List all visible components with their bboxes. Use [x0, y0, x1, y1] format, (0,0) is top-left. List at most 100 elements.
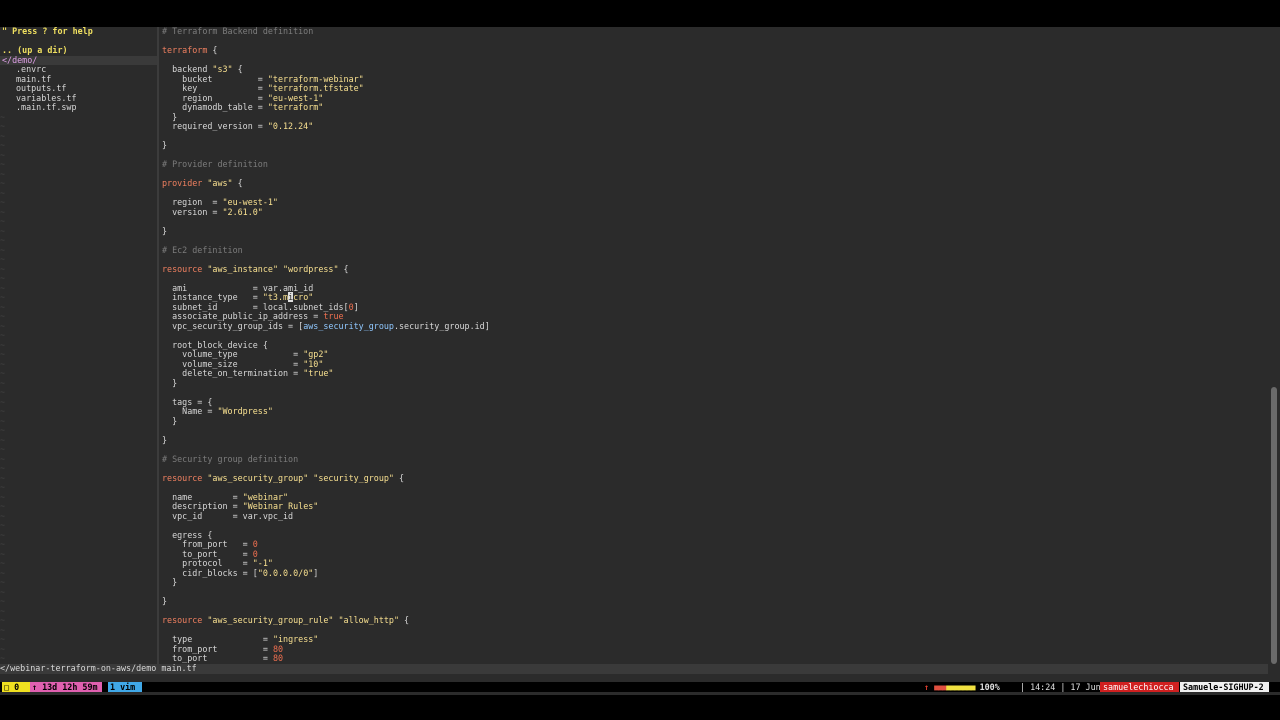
- code-line[interactable]: Name = "Wordpress": [162, 406, 273, 417]
- code-token: aws_security_group: [303, 320, 394, 331]
- vim-status-file: main.tf: [161, 663, 197, 673]
- code-token: {: [338, 263, 349, 274]
- tmux-hostname: Samuele-SIGHUP-2: [1180, 682, 1269, 692]
- code-token: Name =: [162, 406, 218, 416]
- code-token: tags = {: [162, 396, 213, 407]
- code-line[interactable]: vpc_security_group_ids = [aws_security_g…: [162, 320, 490, 332]
- code-token: "aws": [207, 178, 233, 188]
- code-token: # Terraform Backend definition: [162, 27, 314, 36]
- code-token: vpc_id = var.vpc_id: [162, 510, 294, 521]
- code-token: resource: [162, 472, 203, 483]
- code-token: }: [162, 596, 168, 606]
- pane-divider[interactable]: [157, 27, 159, 664]
- tmux-window-tab[interactable]: 1 vim: [108, 682, 142, 692]
- code-token: to_port =: [162, 653, 273, 663]
- code-line[interactable]: resource "aws_security_group" "security_…: [162, 472, 405, 484]
- code-token: bucket =: [162, 73, 268, 84]
- code-token: "terraform": [267, 102, 324, 112]
- code-token: "allow_http": [338, 615, 400, 625]
- code-token: 0: [252, 548, 258, 559]
- tree-file-main-tf-swp[interactable]: .main.tf.swp: [16, 102, 77, 113]
- code-token: 80: [272, 653, 284, 663]
- code-editor-pane[interactable]: # Terraform Backend definition terraform …: [162, 27, 1268, 664]
- code-token: provider: [162, 178, 203, 188]
- code-line[interactable]: }: [162, 226, 167, 237]
- code-line[interactable]: cidr_blocks = ["0.0.0.0/0"]: [162, 568, 318, 579]
- code-token: "0.12.24": [267, 121, 314, 131]
- tmux-uptime: ↑ 13d 12h 59m: [30, 682, 102, 692]
- code-line[interactable]: # Terraform Backend definition: [162, 27, 313, 37]
- code-token: associate_public_ip_address =: [162, 311, 324, 321]
- tmux-status-bar: □ 0 ↑ 13d 12h 59m 1 vim ↑ ■■■■■■■■■■ 100…: [0, 682, 1280, 692]
- code-token: "true": [303, 368, 334, 378]
- code-token: protocol =: [162, 558, 253, 568]
- code-token: "Webinar Rules": [242, 501, 319, 511]
- code-token: "terraform-webinar": [267, 73, 364, 84]
- code-line[interactable]: # Ec2 definition: [162, 245, 243, 256]
- code-line[interactable]: vpc_id = var.vpc_id: [162, 510, 294, 522]
- code-token: "aws_security_group": [207, 472, 309, 483]
- battery-percent: 100%: [979, 682, 1000, 692]
- tmux-session[interactable]: □ 0: [2, 682, 30, 692]
- nerdtree-pane[interactable]: " Press ? for help .. (up a dir) </demo/…: [0, 27, 157, 664]
- code-token: }: [162, 415, 178, 426]
- vim-status-path: </webinar-terraform-on-aws/demo: [0, 663, 162, 673]
- code-token: {: [393, 472, 405, 483]
- code-token: type =: [162, 634, 273, 644]
- code-token: name =: [162, 491, 243, 502]
- code-token: "aws_instance": [207, 263, 278, 274]
- code-line[interactable]: resource "aws_security_group_rule" "allo…: [162, 615, 410, 626]
- code-token: "ingress": [272, 634, 319, 644]
- code-token: }: [162, 111, 178, 122]
- code-token: required_version =: [162, 121, 268, 131]
- code-line[interactable]: provider "aws" {: [162, 178, 243, 189]
- code-line[interactable]: version = "2.61.0": [162, 206, 263, 218]
- code-token: .security_group.id]: [393, 320, 490, 331]
- code-token: volume_size =: [162, 358, 304, 369]
- code-token: "10": [303, 358, 324, 369]
- code-token: dynamodb_table =: [162, 102, 268, 112]
- code-token: }: [162, 377, 178, 388]
- code-token: root_block_device {: [162, 339, 268, 350]
- code-token: "security_group": [313, 472, 394, 483]
- battery-meter-high: ■■■■■■■: [946, 682, 975, 692]
- code-token: # Provider definition: [162, 159, 268, 169]
- code-line[interactable]: }: [162, 415, 178, 427]
- code-line[interactable]: }: [162, 140, 167, 151]
- code-token: version =: [162, 206, 223, 217]
- scrollbar-thumb[interactable]: [1271, 387, 1277, 664]
- code-line[interactable]: dynamodb_table = "terraform": [162, 102, 324, 113]
- code-token: # Security group definition: [162, 453, 299, 464]
- code-line[interactable]: delete_on_termination = "true": [162, 368, 334, 379]
- code-token: volume_type =: [162, 349, 304, 359]
- code-token: from_port =: [162, 539, 253, 549]
- code-token: "webinar": [242, 491, 289, 502]
- tmux-clock: | 14:24 | 17 Jun: [1020, 682, 1101, 692]
- code-token: resource: [162, 615, 203, 625]
- code-token: "terraform.tfstate": [267, 83, 364, 93]
- code-token: backend: [162, 64, 213, 74]
- code-line[interactable]: # Security group definition: [162, 453, 299, 465]
- code-token: from_port =: [162, 643, 273, 654]
- code-line[interactable]: required_version = "0.12.24": [162, 121, 314, 132]
- code-line[interactable]: # Provider definition: [162, 159, 268, 170]
- code-token: vpc_security_group_ids = [: [162, 320, 304, 331]
- scrollbar[interactable]: [1270, 27, 1278, 664]
- battery-icon: ↑: [924, 682, 930, 692]
- code-token: "Wordpress": [217, 406, 273, 416]
- code-line[interactable]: resource "aws_instance" "wordpress" {: [162, 263, 349, 275]
- code-token: {: [399, 615, 410, 625]
- code-line[interactable]: }: [162, 577, 178, 588]
- code-token: "2.61.0": [222, 206, 263, 217]
- code-token: }: [162, 577, 178, 587]
- terminal-window[interactable]: " Press ? for help .. (up a dir) </demo/…: [0, 27, 1280, 695]
- code-line[interactable]: terraform {: [162, 45, 217, 56]
- code-line[interactable]: }: [162, 596, 168, 607]
- code-token: "wordpress": [283, 263, 339, 274]
- code-token: "eu-west-1": [267, 92, 324, 103]
- code-line[interactable]: }: [162, 435, 167, 446]
- code-token: cro": [293, 292, 314, 302]
- code-token: {: [232, 178, 243, 188]
- code-token: true: [323, 311, 344, 321]
- code-line[interactable]: }: [162, 377, 178, 389]
